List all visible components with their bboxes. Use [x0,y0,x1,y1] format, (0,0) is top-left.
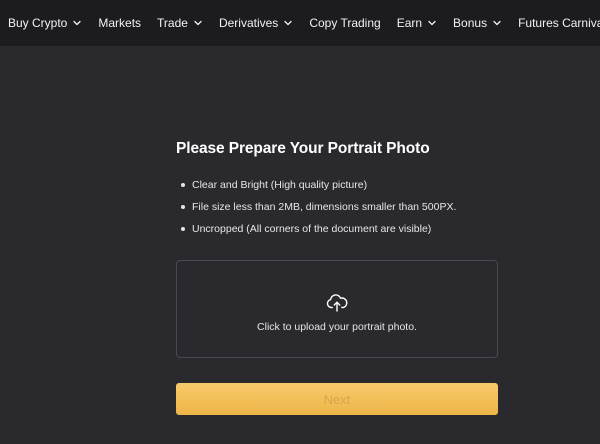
next-button[interactable]: Next [176,383,498,415]
nav-item-label: Trade [157,16,188,30]
bullet-icon [181,183,185,187]
nav-item-trade[interactable]: Trade [157,16,203,30]
requirement-text: Clear and Bright (High quality picture) [192,179,368,191]
chevron-down-icon [427,18,437,28]
bullet-icon [181,205,185,209]
nav-item-label: Earn [396,16,423,30]
portrait-upload-area[interactable]: Click to upload your portrait photo. [176,260,498,358]
chevron-down-icon [492,18,502,28]
requirement-text: File size less than 2MB, dimensions smal… [192,201,457,213]
nav-item-label: Buy Crypto [8,16,68,30]
requirements-list: Clear and Bright (High quality picture) … [176,178,500,244]
nav-item-buy-crypto[interactable]: Buy Crypto [8,16,82,30]
requirement-text: Uncropped (All corners of the document a… [192,223,432,235]
bullet-icon [181,227,185,231]
page-title: Please Prepare Your Portrait Photo [176,140,430,157]
nav-item-label: Markets [98,16,142,30]
chevron-down-icon [72,18,82,28]
chevron-down-icon [283,18,293,28]
nav-item-label: Futures Carnival [518,16,600,30]
portrait-instructions: Please Prepare Your Portrait Photo Clear… [176,140,500,244]
list-item: File size less than 2MB, dimensions smal… [176,200,500,222]
list-item: Uncropped (All corners of the document a… [176,222,500,244]
nav-item-earn[interactable]: Earn [397,16,437,30]
nav-item-markets[interactable]: Markets [98,16,141,30]
nav-item-label: Copy Trading [309,16,381,30]
chevron-down-icon [193,18,203,28]
list-item: Clear and Bright (High quality picture) [176,178,500,200]
nav-item-bonus[interactable]: Bonus [453,16,502,30]
upload-instruction: Click to upload your portrait photo. [257,321,417,333]
nav-item-derivatives[interactable]: Derivatives [219,16,293,30]
nav-item-label: Derivatives [218,16,279,30]
nav-item-copy-trading[interactable]: Copy Trading [309,16,380,30]
nav-item-futures-carnival[interactable]: Futures Carnival [518,16,600,30]
top-navigation: Buy Crypto Markets Trade Derivatives Cop… [0,0,600,46]
nav-item-label: Bonus [453,16,488,30]
cloud-upload-icon [326,294,348,312]
